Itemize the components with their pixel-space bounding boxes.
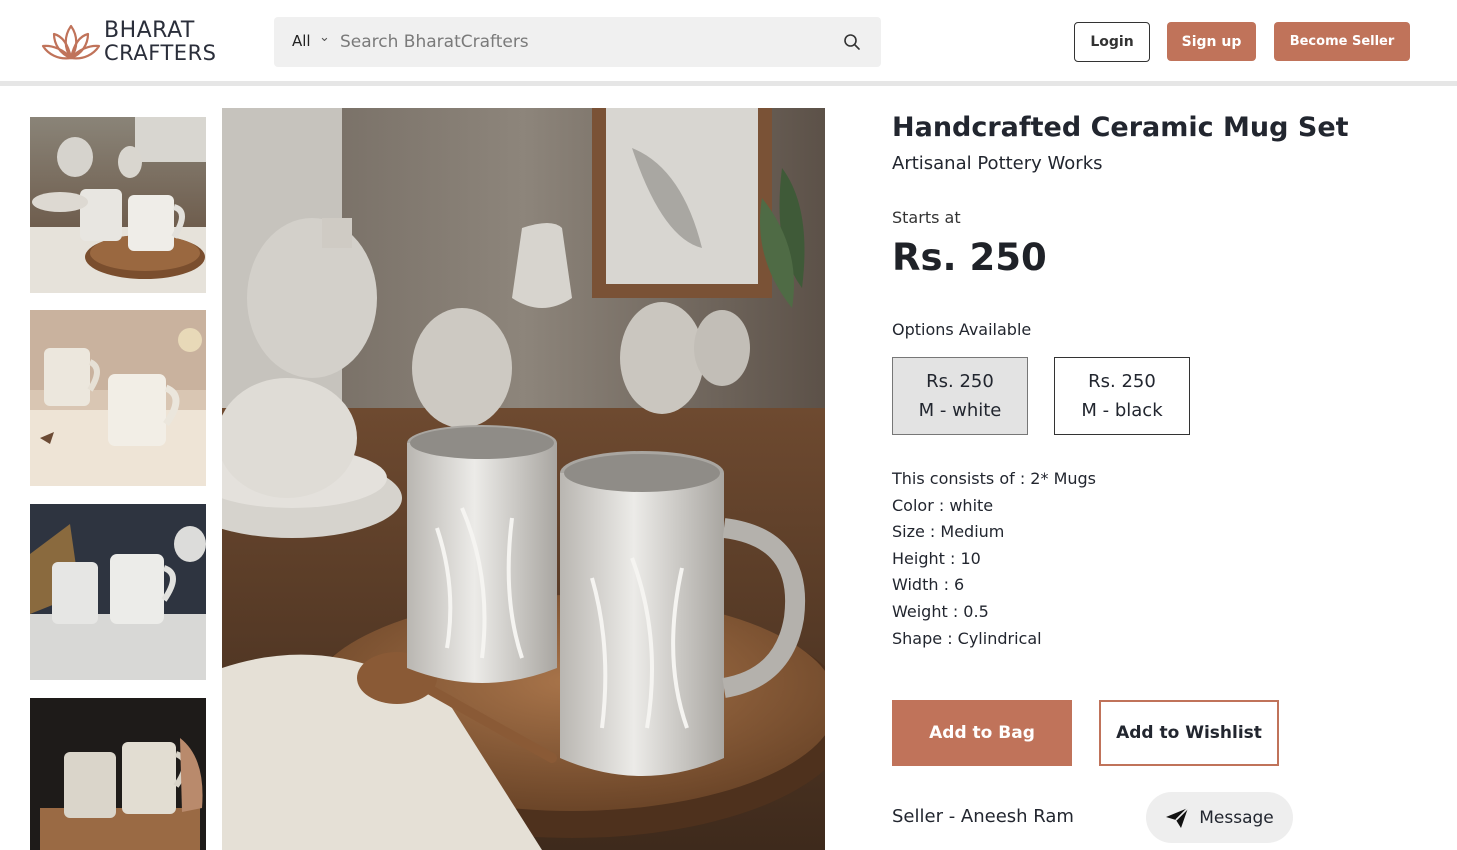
spec-consists: This consists of : 2* Mugs <box>892 469 1097 488</box>
product-price: Rs. 250 <box>892 236 1047 279</box>
option-white[interactable]: Rs. 250 M - white <box>892 357 1028 435</box>
logo-text: BHARAT CRAFTERS <box>104 18 217 65</box>
option-price: Rs. 250 <box>926 371 994 392</box>
option-price: Rs. 250 <box>1088 371 1156 392</box>
spec-weight: Weight : 0.5 <box>892 601 989 621</box>
spec-size: Size : Medium <box>892 522 1005 542</box>
site-logo[interactable]: BHARAT CRAFTERS <box>40 18 230 68</box>
product-specs: This consists of : 2* Mugs Color : white… <box>892 466 1096 652</box>
thumbnail-2[interactable] <box>30 310 206 486</box>
send-icon <box>1166 806 1189 828</box>
top-header: BHARAT CRAFTERS All ⌄ Login Sign up Beco… <box>0 0 1457 86</box>
add-to-wishlist-button[interactable]: Add to Wishlist <box>1099 700 1279 766</box>
thumbnail-1[interactable] <box>30 117 206 293</box>
spec-color: Color : white <box>892 495 994 515</box>
thumbnail-4[interactable] <box>30 698 206 850</box>
options-label: Options Available <box>892 320 1032 339</box>
thumbnail-3[interactable] <box>30 504 206 680</box>
search-category-select[interactable]: All <box>292 32 311 50</box>
product-title: Handcrafted Ceramic Mug Set <box>892 112 1349 143</box>
chevron-down-icon[interactable]: ⌄ <box>319 30 330 45</box>
search-bar: All ⌄ <box>274 17 881 67</box>
option-black[interactable]: Rs. 250 M - black <box>1054 357 1190 435</box>
seller-name: Seller - Aneesh Ram <box>892 806 1074 827</box>
add-to-bag-button[interactable]: Add to Bag <box>892 700 1072 766</box>
login-button[interactable]: Login <box>1074 22 1150 62</box>
signup-button[interactable]: Sign up <box>1167 22 1256 61</box>
message-label: Message <box>1199 807 1274 828</box>
product-brand[interactable]: Artisanal Pottery Works <box>892 153 1103 174</box>
spec-width: Width : 6 <box>892 575 965 595</box>
main-product-image <box>222 108 825 850</box>
lotus-icon <box>41 24 101 60</box>
option-variant: M - white <box>918 400 1002 421</box>
spec-height: Height : 10 <box>892 548 981 568</box>
become-seller-button[interactable]: Become Seller <box>1274 22 1410 61</box>
logo-line2: CRAFTERS <box>104 41 217 65</box>
message-button[interactable]: Message <box>1146 792 1293 843</box>
starts-at-label: Starts at <box>892 208 961 227</box>
spec-shape: Shape : Cylindrical <box>892 628 1042 648</box>
logo-line1: BHARAT <box>104 18 195 43</box>
option-variant: M - black <box>1081 400 1163 421</box>
search-input[interactable] <box>340 29 820 55</box>
search-icon[interactable] <box>843 33 861 51</box>
